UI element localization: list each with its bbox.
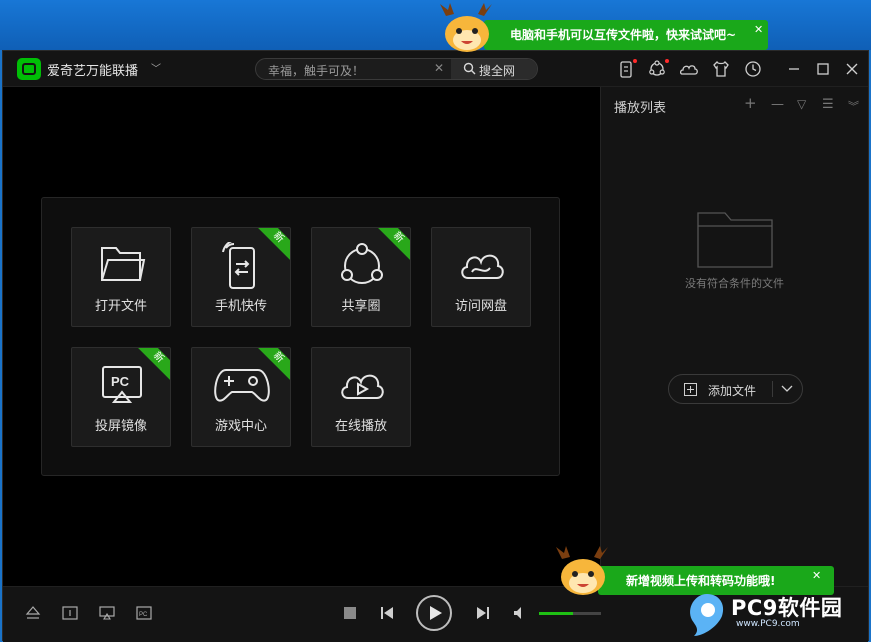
- tile-label: 游戏中心: [214, 419, 267, 434]
- empty-folder-icon: [697, 212, 773, 268]
- tile-label: 访问网盘: [454, 299, 507, 314]
- add-file-icon: [684, 383, 697, 396]
- minimize-icon[interactable]: [784, 59, 804, 79]
- history-clock-icon[interactable]: [743, 59, 763, 79]
- share-circle-toolbar-icon[interactable]: [647, 59, 667, 79]
- close-icon[interactable]: [842, 59, 862, 79]
- tile-label: 共享圈: [341, 299, 381, 314]
- home-panel: 打开文件 新 手机快传 新 共享圈 访问网盘 PC 新 投屏镜像 新 游戏中心 …: [41, 197, 560, 476]
- pc-text: PC: [139, 612, 148, 618]
- play-button[interactable]: [416, 595, 452, 631]
- close-tip-icon[interactable]: ✕: [754, 23, 763, 36]
- watermark-url: www.PC9.com: [736, 619, 800, 629]
- eject-icon[interactable]: [25, 606, 41, 620]
- tip-bubble-top: 电脑和手机可以互传文件啦，快来试试吧~ ✕: [484, 20, 768, 50]
- next-icon[interactable]: [476, 606, 490, 620]
- maximize-icon[interactable]: [813, 59, 833, 79]
- playlist-sidebar: 播放列表 + — ▽ ☰ ︾ 没有符合条件的文件 添加文件: [600, 87, 868, 586]
- cloud-drive-tile[interactable]: 访问网盘: [431, 227, 531, 327]
- cloud-play-icon: [341, 374, 384, 399]
- mascot-deer-icon: [556, 546, 608, 595]
- game-center-tile[interactable]: 新 游戏中心: [191, 347, 291, 447]
- share-circle-tile[interactable]: 新 共享圈: [311, 227, 411, 327]
- tile-label: 手机快传: [214, 299, 267, 314]
- watermark-brand: PC9软件园: [731, 596, 843, 620]
- folder-icon: [101, 247, 146, 281]
- search-input[interactable]: 幸福，触手可及！: [268, 62, 364, 79]
- online-play-tile[interactable]: 在线播放: [311, 347, 411, 447]
- volume-slider[interactable]: [539, 612, 601, 615]
- player-window: 爱奇艺万能联播 ﹀ 幸福，触手可及！ ✕ 搜全网 打开文件 新 手机快传 新 共…: [2, 50, 869, 642]
- phone-transfer-icon: [222, 242, 255, 289]
- add-file-button[interactable]: 添加文件: [668, 374, 803, 404]
- cloud-drive-toolbar-icon[interactable]: [679, 59, 699, 79]
- tile-label: 打开文件: [94, 299, 147, 314]
- notification-dot: [665, 59, 669, 63]
- video-stage: 打开文件 新 手机快传 新 共享圈 访问网盘 PC 新 投屏镜像 新 游戏中心 …: [3, 87, 600, 586]
- subtitle-icon[interactable]: [62, 606, 78, 620]
- title-bar: 爱奇艺万能联播 ﹀ 幸福，触手可及！ ✕ 搜全网: [3, 51, 868, 87]
- screen-mirror-tile[interactable]: PC 新 投屏镜像: [71, 347, 171, 447]
- gamepad-icon: [214, 369, 270, 402]
- stop-icon[interactable]: [343, 606, 357, 620]
- mascot-deer-icon: [440, 3, 492, 52]
- share-circle-icon: [341, 243, 383, 284]
- tip-bubble-bottom: 新增视频上传和转码功能哦! ✕: [598, 566, 834, 595]
- tile-label: 投屏镜像: [94, 419, 147, 434]
- add-icon[interactable]: +: [744, 94, 757, 112]
- divider: [772, 381, 773, 397]
- tile-label: 在线播放: [334, 419, 387, 434]
- empty-playlist-text: 没有符合条件的文件: [685, 277, 784, 290]
- close-tip-icon[interactable]: ✕: [812, 569, 821, 582]
- search-all-button[interactable]: 搜全网: [451, 59, 537, 79]
- pc-text: PC: [111, 374, 130, 389]
- tip-text: 电脑和手机可以互传文件啦，快来试试吧~: [510, 28, 737, 42]
- app-logo-icon: [17, 58, 41, 80]
- skin-shirt-icon[interactable]: [711, 59, 731, 79]
- list-view-icon[interactable]: ☰: [822, 97, 834, 112]
- search-box: 幸福，触手可及！ ✕ 搜全网: [255, 58, 538, 80]
- notification-dot: [633, 59, 637, 63]
- app-title[interactable]: 爱奇艺万能联播: [47, 60, 138, 79]
- search-icon: [463, 62, 476, 75]
- filter-icon[interactable]: ▽: [797, 97, 806, 111]
- phone-transfer-tile[interactable]: 新 手机快传: [191, 227, 291, 327]
- collapse-icon[interactable]: ︾: [848, 98, 859, 114]
- volume-level: [539, 612, 574, 615]
- play-icon: [430, 606, 442, 620]
- playlist-title: 播放列表: [614, 101, 667, 116]
- volume-icon[interactable]: [513, 606, 527, 620]
- chevron-down-icon[interactable]: ﹀: [151, 60, 161, 75]
- chevron-down-icon[interactable]: [779, 380, 795, 396]
- watermark-logo-icon: [690, 594, 724, 636]
- screen-mirror-icon: PC: [102, 366, 142, 403]
- clear-search-icon[interactable]: ✕: [434, 61, 444, 75]
- previous-icon[interactable]: [380, 606, 394, 620]
- cloud-drive-icon: [461, 254, 504, 279]
- screen-cast-icon[interactable]: [99, 606, 115, 620]
- search-all-label: 搜全网: [479, 64, 516, 78]
- open-file-tile[interactable]: 打开文件: [71, 227, 171, 327]
- tip-text: 新增视频上传和转码功能哦!: [626, 574, 776, 588]
- add-file-label: 添加文件: [708, 384, 757, 398]
- pc-mirror-icon[interactable]: PC: [136, 606, 152, 620]
- remove-icon[interactable]: —: [771, 97, 784, 112]
